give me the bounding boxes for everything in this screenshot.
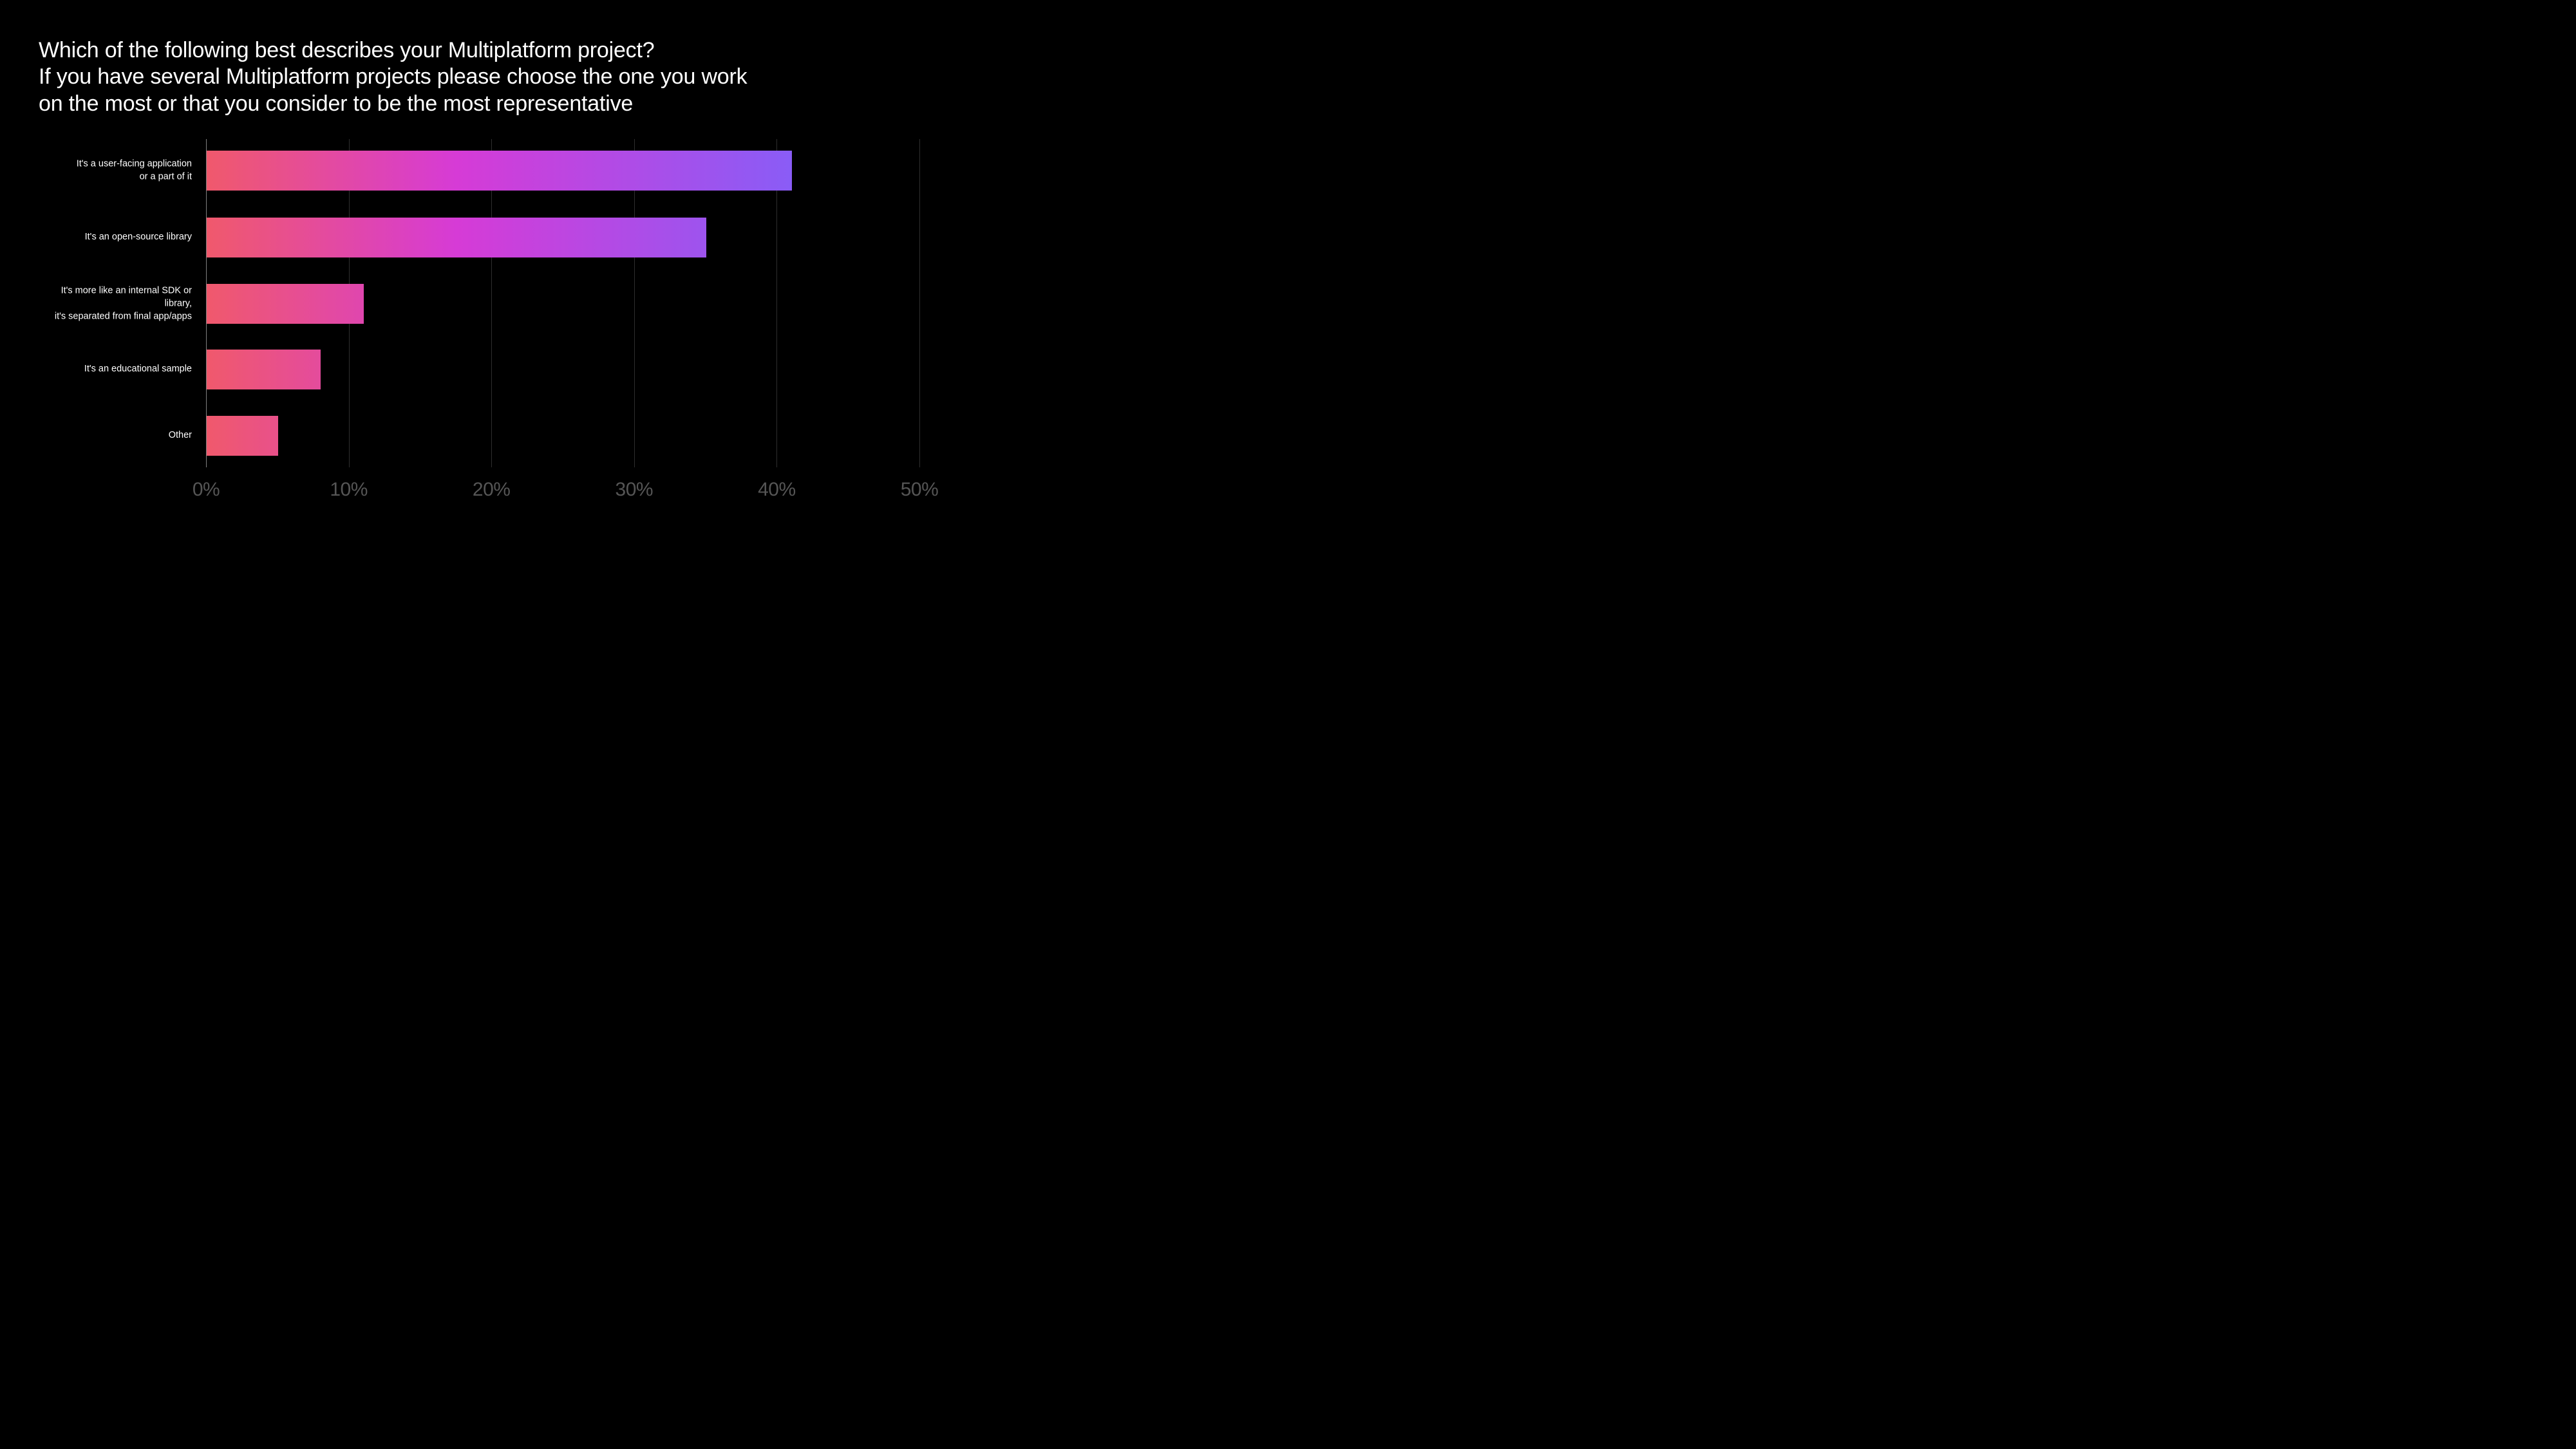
category-label: Other (39, 430, 206, 443)
x-tick-label: 10% (330, 479, 368, 501)
plot-area: 0%10%20%30%40%50%It's a user-facing appl… (206, 139, 919, 467)
gridline (919, 139, 920, 467)
bar-row: It's more like an internal SDK or librar… (206, 284, 919, 324)
title-line-2: If you have several Multiplatform projec… (39, 64, 843, 90)
x-tick-label: 40% (758, 479, 796, 501)
bar-row: It's an educational sample (206, 350, 919, 389)
bar (207, 416, 278, 456)
title-line-3: on the most or that you consider to be t… (39, 91, 843, 117)
category-label: It's an educational sample (39, 364, 206, 377)
bar-row: It's an open-source library (206, 218, 919, 257)
x-tick-label: 50% (901, 479, 939, 501)
x-tick-label: 20% (473, 479, 511, 501)
bar-chart: 0%10%20%30%40%50%It's a user-facing appl… (206, 139, 2537, 467)
x-tick-label: 0% (193, 479, 220, 501)
category-label: It's an open-source library (39, 232, 206, 245)
title-line-1: Which of the following best describes yo… (39, 37, 843, 64)
category-label: It's a user-facing applicationor a part … (39, 158, 206, 183)
bar-row: It's a user-facing applicationor a part … (206, 151, 919, 191)
bar (207, 350, 321, 389)
category-label: It's more like an internal SDK or librar… (39, 285, 206, 323)
bar (207, 284, 364, 324)
x-tick-label: 30% (616, 479, 653, 501)
chart-title: Which of the following best describes yo… (39, 37, 843, 117)
slide: Which of the following best describes yo… (0, 0, 2576, 1449)
bar-row: Other (206, 416, 919, 456)
bar (207, 218, 706, 257)
bar (207, 151, 792, 191)
